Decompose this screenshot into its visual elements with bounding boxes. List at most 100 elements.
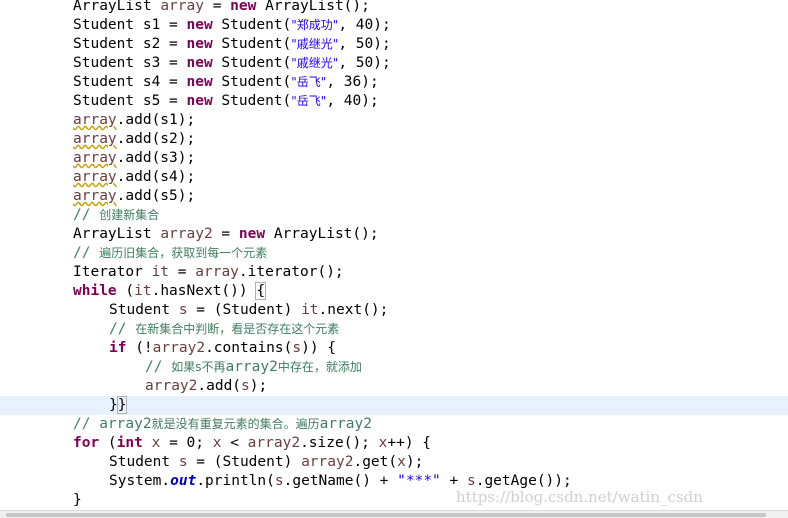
string-literal: "戚继光" xyxy=(291,56,339,70)
code-text: , 36); xyxy=(326,74,379,90)
operator: < xyxy=(221,435,248,451)
variable: s xyxy=(241,378,250,394)
code-text: .next(); xyxy=(318,302,389,318)
code-text: .add(s2); xyxy=(116,131,196,147)
keyword: while xyxy=(73,283,117,299)
code-text: Student( xyxy=(212,93,292,109)
type-name: Iterator xyxy=(73,264,152,280)
operator: + xyxy=(440,473,467,489)
code-text: ( xyxy=(116,283,135,299)
code-line[interactable]: array.add(s1); xyxy=(0,111,788,130)
watermark: https://blog.csdn.net/watin_csdn xyxy=(456,488,703,506)
matching-bracket: } xyxy=(116,396,128,414)
code-line[interactable]: ArrayList array2 = new ArrayList(); xyxy=(0,225,788,244)
code-text: .getName() + xyxy=(283,473,398,489)
static-field: out xyxy=(170,473,197,489)
matching-bracket: { xyxy=(255,282,267,300)
code-text: .contains( xyxy=(205,340,293,356)
variable: array2 xyxy=(301,454,354,470)
code-line[interactable]: Student s4 = new Student("岳飞", 36); xyxy=(0,73,788,92)
comment-text: array2 xyxy=(99,416,152,432)
code-text: } xyxy=(109,397,118,413)
code-text: = 0; xyxy=(160,435,213,451)
comment-text: 就是没有重复元素的集合。遍历 xyxy=(151,417,320,431)
keyword: int xyxy=(116,435,143,451)
horizontal-scrollbar[interactable] xyxy=(0,510,788,518)
code-text: .getAge()); xyxy=(475,473,572,489)
code-text: .size(); xyxy=(300,435,379,451)
code-text: Student s2 = xyxy=(73,36,187,52)
code-text: , 50); xyxy=(338,55,391,71)
comment-text: 创建新集合 xyxy=(99,208,160,222)
string-literal: "戚继光" xyxy=(291,37,339,51)
code-text: .add(s5); xyxy=(116,188,196,204)
code-line[interactable]: // 创建新集合 xyxy=(0,206,788,225)
type-name: ArrayList xyxy=(73,226,161,242)
keyword: new xyxy=(230,0,257,14)
code-text: ++) { xyxy=(387,435,432,451)
variable: array2 xyxy=(152,340,206,356)
variable: array2 xyxy=(247,435,301,451)
comment-marker: // xyxy=(73,207,100,223)
comment-text: 在新集合中判断，看是否存在这个元素 xyxy=(135,322,340,336)
code-line[interactable]: ArrayList array = new ArrayList(); xyxy=(0,0,788,16)
code-line[interactable]: // 遍历旧集合，获取到每一个元素 xyxy=(0,244,788,263)
code-line[interactable]: Student s = (Student) it.next(); xyxy=(0,301,788,320)
current-line[interactable]: }} xyxy=(0,396,788,415)
code-text: Student s5 = xyxy=(73,93,187,109)
variable: it xyxy=(134,283,152,299)
operator: = xyxy=(203,0,231,14)
code-line[interactable]: array.add(s5); xyxy=(0,187,788,206)
variable: s xyxy=(274,473,284,489)
code-text: ( xyxy=(99,435,117,451)
operator: = xyxy=(169,264,196,280)
code-editor[interactable]: ArrayList array = new ArrayList(); Stude… xyxy=(0,0,788,510)
code-line[interactable]: while (it.hasNext()) { xyxy=(0,282,788,301)
keyword: new xyxy=(186,55,213,71)
keyword: new xyxy=(186,74,213,90)
code-line[interactable]: array2.add(s); xyxy=(0,377,788,396)
variable: array2 xyxy=(145,378,198,394)
comment-marker: // xyxy=(73,245,100,261)
code-line[interactable]: // 在新集合中判断，看是否存在这个元素 xyxy=(0,320,788,339)
variable: s xyxy=(466,473,476,489)
code-text: ); xyxy=(249,378,268,394)
code-line[interactable]: Student s = (Student) array2.get(x); xyxy=(0,453,788,472)
variable: array xyxy=(73,188,117,204)
code-line[interactable]: Student s1 = new Student("郑成功", 40); xyxy=(0,16,788,35)
variable: x xyxy=(397,454,406,470)
comment-text: 如果s不再 xyxy=(171,360,226,374)
code-text: ArrayList(); xyxy=(256,0,370,14)
operator: = xyxy=(212,226,239,242)
code-text: = (Student) xyxy=(187,302,302,318)
code-line[interactable]: Student s3 = new Student("戚继光", 50); xyxy=(0,54,788,73)
code-text: , 40); xyxy=(338,17,391,33)
variable: s xyxy=(178,454,188,470)
scrollbar-thumb[interactable] xyxy=(6,513,766,517)
code-text: .get( xyxy=(353,454,398,470)
code-line[interactable]: array.add(s3); xyxy=(0,149,788,168)
code-line[interactable]: if (!array2.contains(s)) { xyxy=(0,339,788,358)
code-line[interactable]: Student s5 = new Student("岳飞", 40); xyxy=(0,92,788,111)
code-line[interactable]: // array2就是没有重复元素的集合。遍历array2 xyxy=(0,415,788,434)
code-line[interactable]: Iterator it = array.iterator(); xyxy=(0,263,788,282)
code-text: .add(s1); xyxy=(116,112,196,128)
code-line[interactable]: array.add(s2); xyxy=(0,130,788,149)
code-text: Student s1 = xyxy=(73,17,187,33)
keyword: new xyxy=(186,93,213,109)
comment-marker: // xyxy=(145,359,172,375)
comment-marker: // xyxy=(109,321,136,337)
code-text: ); xyxy=(405,454,424,470)
code-line[interactable]: // 如果s不再array2中存在，就添加 xyxy=(0,358,788,377)
string-literal: "岳飞" xyxy=(291,75,327,89)
code-text: Student( xyxy=(212,36,292,52)
code-line[interactable]: for (int x = 0; x < array2.size(); x++) … xyxy=(0,434,788,453)
code-line[interactable]: Student s2 = new Student("戚继光", 50); xyxy=(0,35,788,54)
code-line[interactable]: array.add(s4); xyxy=(0,168,788,187)
code-text: Student s4 = xyxy=(73,74,187,90)
variable: it xyxy=(151,264,170,280)
comment-text: array2 xyxy=(319,416,372,432)
string-literal: "岳飞" xyxy=(291,94,327,108)
keyword: new xyxy=(238,226,266,242)
